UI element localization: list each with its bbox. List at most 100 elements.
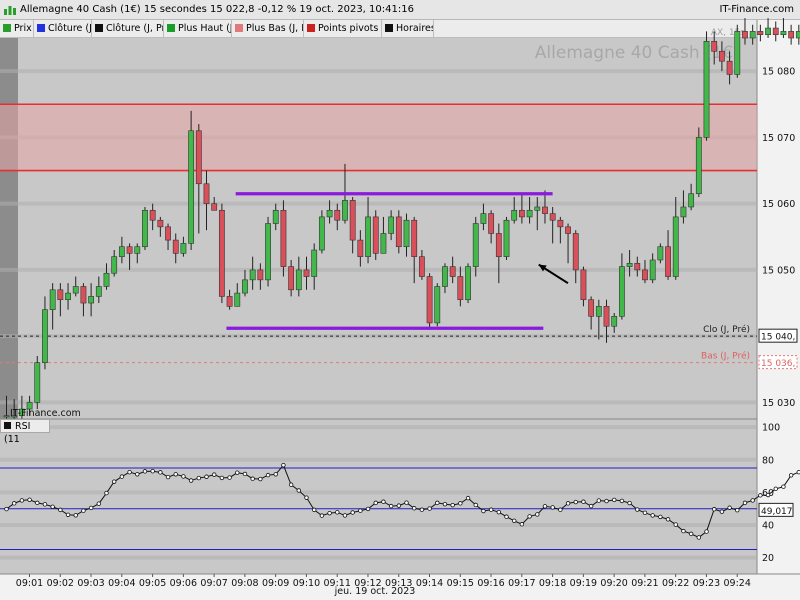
candle-body: [288, 266, 295, 291]
rsi-point: [412, 506, 417, 511]
candle-body: [411, 219, 418, 257]
rsi-point: [450, 502, 455, 508]
rsi-point: [58, 507, 63, 513]
rsi-point: [281, 462, 286, 468]
rsi-point: [781, 484, 786, 489]
candle-body: [65, 292, 71, 301]
rsi-point: [73, 513, 78, 518]
rsi-point: [719, 509, 725, 514]
rsi-point: [365, 506, 371, 512]
candle-body: [588, 299, 595, 317]
candle-body: [526, 209, 533, 218]
rsi-point: [550, 505, 555, 510]
rsi-point: [581, 499, 586, 504]
time-tick-label: 09:16: [477, 578, 504, 589]
rsi-point: [765, 492, 771, 498]
pre-session-shade: [0, 38, 18, 419]
candle-body: [234, 292, 241, 307]
rsi-point: [542, 504, 548, 509]
rsi-point: [758, 493, 763, 498]
candle-body: [249, 269, 256, 281]
rsi-point: [650, 513, 655, 518]
chart-canvas[interactable]: 15 03015 04015 05015 06015 07015 080Alle…: [0, 0, 800, 600]
rsi-point: [19, 498, 25, 503]
candle-body: [611, 315, 618, 327]
candle-body: [88, 296, 95, 304]
rsi-point: [565, 501, 571, 506]
candle-body: [434, 286, 441, 324]
rsi-point: [265, 472, 271, 478]
candle-body: [503, 219, 510, 257]
rsi-point: [427, 506, 432, 511]
candle-body: [265, 223, 271, 281]
rsi-point: [42, 502, 48, 507]
candle-body: [272, 209, 279, 224]
price-tick-label: 15 030: [762, 398, 795, 409]
candle-body: [349, 200, 356, 241]
rsi-point: [465, 495, 471, 501]
prev-low-tag-text: 15 036,: [761, 359, 795, 369]
rsi-point: [235, 470, 240, 475]
candle-body: [488, 213, 495, 234]
candle-body: [111, 256, 118, 274]
candle-body: [318, 216, 325, 251]
candle-body: [719, 50, 725, 62]
candle-body: [657, 246, 664, 261]
rsi-point: [442, 501, 448, 507]
rsi-point: [735, 508, 740, 513]
candle-body: [372, 216, 379, 254]
rsi-point: [535, 512, 540, 517]
rsi-point: [219, 475, 225, 481]
time-tick-label: 09:05: [139, 578, 166, 589]
candle-body: [442, 266, 448, 287]
candle-body: [103, 272, 110, 287]
prev-close-label: Clo (J, Pré): [703, 324, 750, 335]
rsi-tick-label: 100: [762, 423, 780, 434]
rsi-point: [250, 476, 255, 481]
rsi-header[interactable]: RSI (11: [0, 419, 50, 445]
candle-body: [172, 239, 179, 254]
candle-body: [742, 31, 748, 39]
rsi-point: [573, 499, 578, 505]
rsi-point: [188, 478, 194, 483]
time-tick-label: 09:20: [600, 578, 627, 589]
rsi-point: [673, 522, 678, 527]
rsi-point: [111, 479, 117, 484]
rsi-tick-label: 40: [762, 521, 774, 532]
candle-body: [788, 31, 795, 39]
candle-body: [226, 296, 233, 307]
candle-body: [34, 362, 41, 403]
price-tick-label: 15 050: [762, 265, 795, 276]
candle-body: [418, 256, 425, 277]
candle-body: [180, 243, 187, 254]
rsi-point: [704, 529, 709, 534]
time-tick-label: 09:21: [631, 578, 658, 589]
candle-body: [388, 216, 395, 234]
rsi-point: [665, 517, 671, 522]
candle-body: [757, 31, 764, 35]
candle-body: [426, 276, 433, 324]
candle-body: [203, 183, 210, 204]
candle-body: [511, 209, 518, 221]
candle-body: [680, 206, 687, 218]
candle-body: [457, 276, 464, 301]
candle-body: [472, 223, 479, 267]
rsi-point: [65, 512, 71, 517]
rsi-point: [173, 472, 178, 477]
candle-body: [118, 246, 125, 257]
candle-body: [95, 286, 102, 297]
rsi-point: [712, 507, 717, 512]
candle-body: [780, 31, 787, 35]
rsi-tick-label: 20: [762, 553, 774, 564]
rsi-value-tag-text: 49,017: [761, 507, 793, 517]
candle-body: [518, 209, 525, 218]
candle-body: [57, 289, 64, 301]
candle-body: [42, 309, 48, 363]
rsi-point: [558, 507, 563, 512]
rsi-point: [388, 503, 394, 509]
candle-body: [342, 200, 348, 221]
rsi-point: [527, 514, 532, 519]
candle-body: [72, 286, 79, 294]
candle-body: [795, 31, 800, 39]
candle-body: [542, 206, 548, 214]
